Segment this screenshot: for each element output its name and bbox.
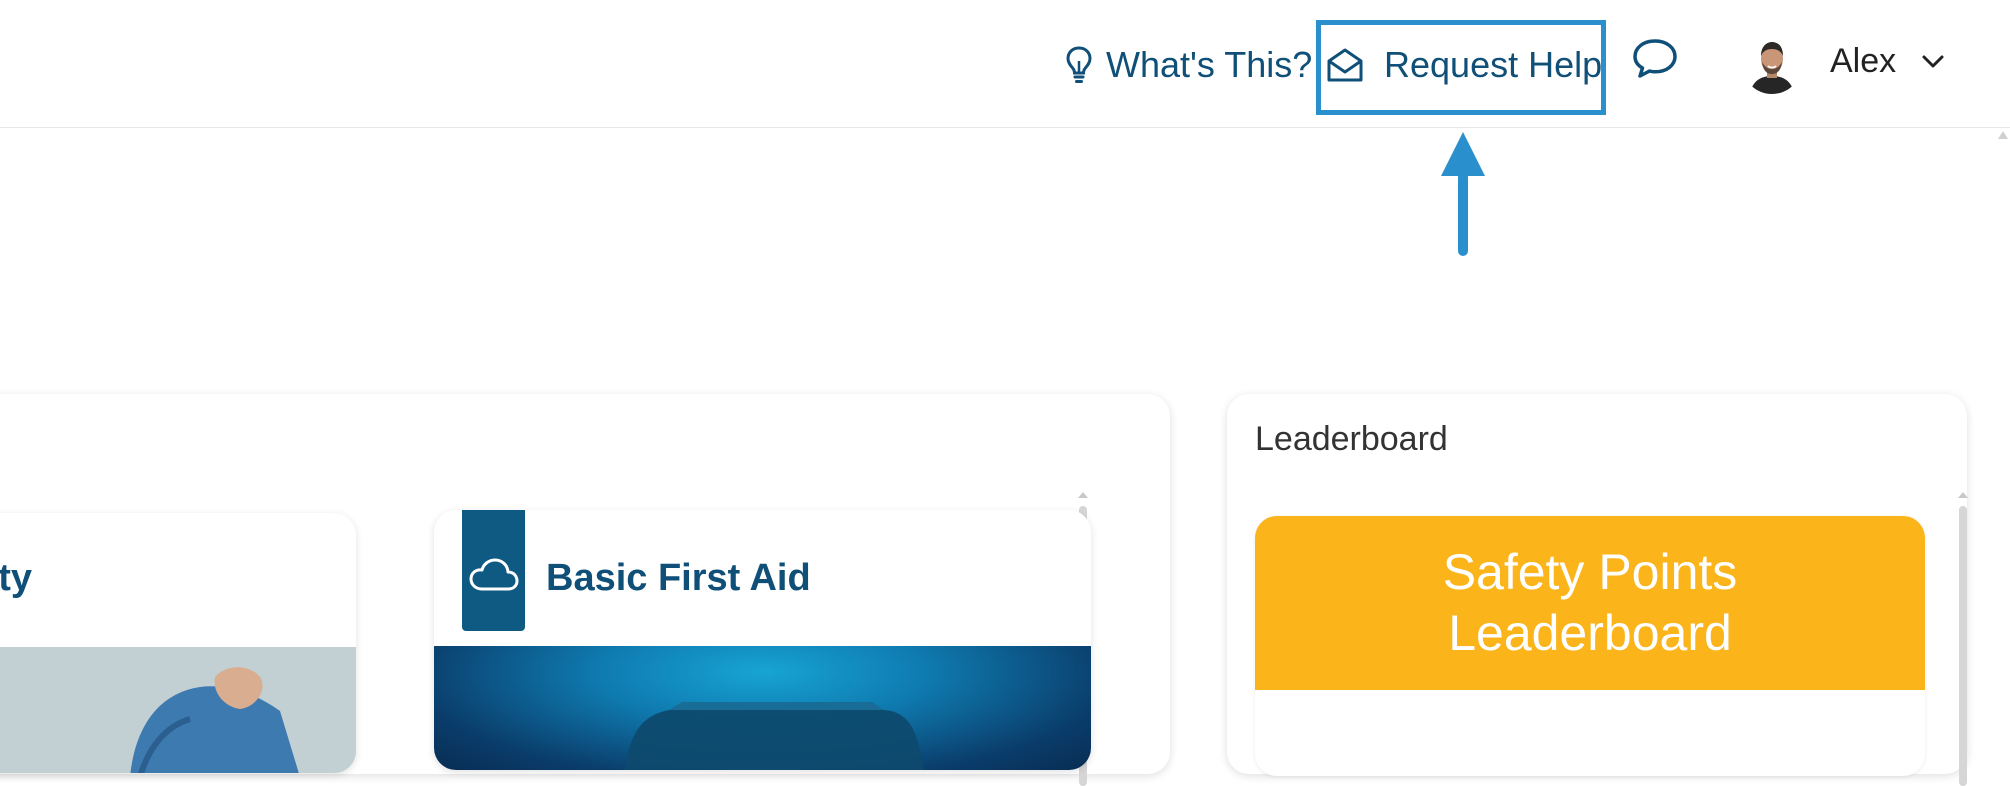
- cloud-icon: [469, 558, 519, 597]
- pointer-arrow: [1438, 128, 1488, 262]
- user-name[interactable]: Alex: [1830, 42, 1896, 81]
- leaderboard-scroll-up-arrow[interactable]: [1958, 492, 1968, 498]
- course-card-image: [434, 646, 1091, 770]
- chevron-down-icon: [1920, 55, 1946, 76]
- request-help-link[interactable]: Request Help: [1326, 44, 1602, 86]
- whats-this-label: What's This?: [1106, 44, 1313, 85]
- leaderboard-title: Leaderboard: [1255, 420, 1448, 458]
- chat-bubble-icon: [1630, 39, 1680, 89]
- user-menu-toggle[interactable]: [1920, 52, 1946, 72]
- request-help-label: Request Help: [1384, 44, 1603, 85]
- safety-points-banner: Safety Points Leaderboard: [1255, 516, 1925, 690]
- page-scroll-up-arrow[interactable]: [1996, 128, 2010, 140]
- course-card-title[interactable]: ty: [0, 557, 32, 600]
- safety-points-leaderboard: Safety Points Leaderboard: [1255, 516, 1925, 776]
- user-avatar[interactable]: [1742, 34, 1802, 94]
- course-card[interactable]: ty: [0, 513, 356, 773]
- top-header: What's This? Request Help Alex: [0, 0, 2010, 128]
- course-card-title[interactable]: Basic First Aid: [546, 557, 811, 600]
- whats-this-link[interactable]: What's This?: [1066, 44, 1312, 86]
- courses-scroll-up-arrow[interactable]: [1078, 492, 1088, 498]
- course-type-badge: [462, 510, 525, 631]
- course-card-image: [0, 647, 356, 773]
- safety-points-banner-title: Safety Points Leaderboard: [1442, 544, 1738, 661]
- lightbulb-icon: [1066, 45, 1092, 85]
- envelope-open-icon: [1326, 47, 1364, 83]
- leaderboard-scrollbar[interactable]: [1959, 506, 1967, 786]
- course-card[interactable]: Basic First Aid: [434, 510, 1091, 770]
- leaderboard-panel: Leaderboard Safety Points Leaderboard: [1227, 394, 1968, 786]
- chat-button[interactable]: [1630, 35, 1680, 85]
